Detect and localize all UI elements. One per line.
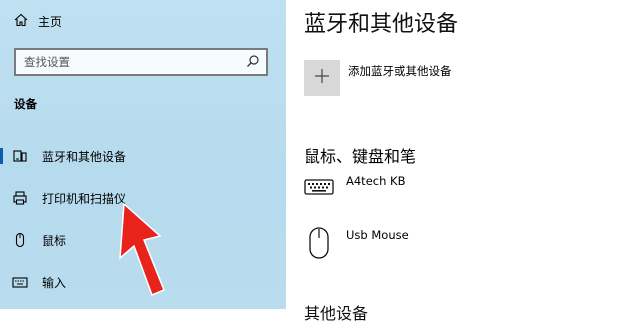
active-indicator: [0, 148, 3, 164]
section-title-other-devices: 其他设备: [304, 304, 369, 323]
home-icon: [14, 12, 28, 31]
bluetooth-devices-icon: [12, 148, 28, 164]
device-name[interactable]: A4tech KB: [346, 174, 405, 188]
keyboard-icon: [304, 178, 334, 200]
home-nav-item[interactable]: 主页: [14, 10, 62, 32]
settings-sidebar: 主页 查找设置 设备 蓝牙和其他设备 打印机和扫描仪 鼠标 输入: [0, 0, 286, 309]
search-icon: [246, 53, 260, 72]
sidebar-item-label: 输入: [42, 275, 67, 290]
device-name[interactable]: Usb Mouse: [346, 228, 409, 242]
mouse-icon: [308, 226, 330, 264]
plus-icon: [314, 68, 330, 88]
red-arrow-annotation: [119, 202, 165, 296]
sidebar-item-bluetooth[interactable]: 蓝牙和其他设备: [0, 145, 286, 167]
keyboard-icon: [12, 274, 28, 290]
printer-icon: [12, 190, 28, 206]
sidebar-item-label: 蓝牙和其他设备: [42, 149, 127, 164]
page-title: 蓝牙和其他设备: [304, 12, 459, 37]
mouse-icon: [12, 232, 28, 248]
home-label: 主页: [38, 14, 63, 29]
add-device-label[interactable]: 添加蓝牙或其他设备: [348, 63, 452, 79]
section-title-devices: 设备: [14, 97, 37, 111]
sidebar-item-label: 鼠标: [42, 233, 67, 248]
add-device-button[interactable]: [304, 60, 340, 96]
section-title-mouse-keyboard: 鼠标、键盘和笔: [304, 147, 417, 166]
search-input[interactable]: 查找设置: [14, 48, 268, 76]
search-placeholder: 查找设置: [24, 55, 70, 69]
